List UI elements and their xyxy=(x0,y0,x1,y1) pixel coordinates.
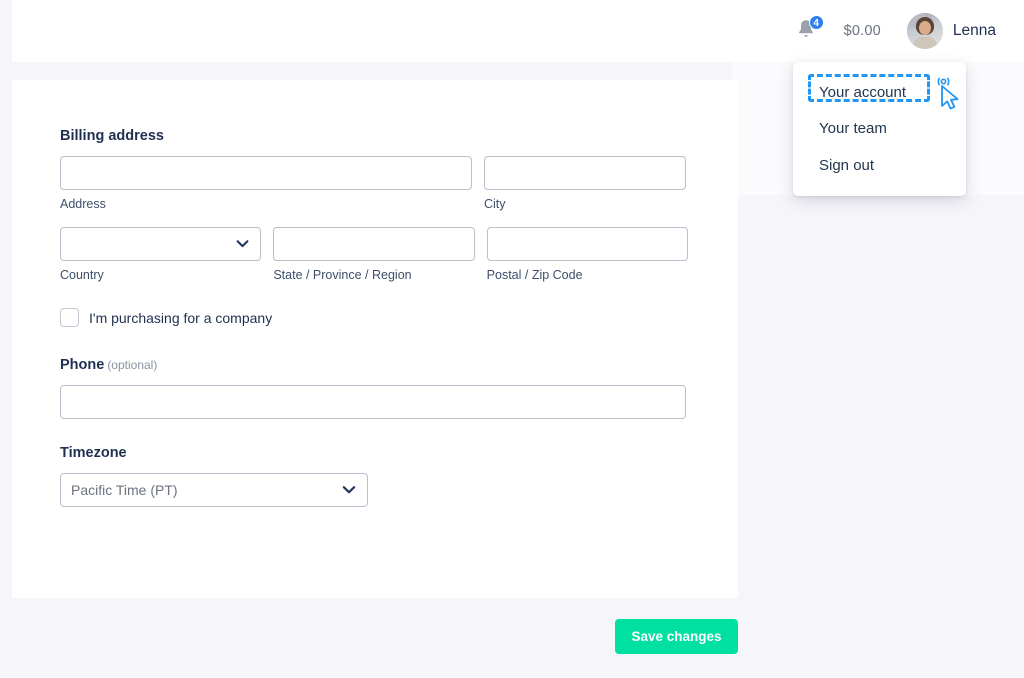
notifications-button[interactable]: 4 xyxy=(794,15,824,44)
country-label: Country xyxy=(60,268,104,282)
postal-code-input[interactable] xyxy=(486,227,688,261)
company-purchase-checkbox[interactable] xyxy=(60,308,79,327)
postal-field-group: Postal / Zip Code xyxy=(486,227,688,282)
country-select[interactable] xyxy=(60,227,262,261)
timezone-select-wrap: Pacific Time (PT) xyxy=(60,473,368,507)
header-right-group: 4 $0.00 Lenna xyxy=(794,0,996,62)
phone-block: Phone (optional) xyxy=(60,357,688,419)
phone-input[interactable] xyxy=(60,385,686,419)
postal-code-label: Postal / Zip Code xyxy=(486,268,583,282)
timezone-heading: Timezone xyxy=(60,445,127,461)
user-menu-trigger[interactable]: Lenna xyxy=(906,13,996,49)
city-input[interactable] xyxy=(484,156,686,190)
city-field-group: City xyxy=(484,156,686,211)
notification-count-badge: 4 xyxy=(808,15,824,30)
country-select-wrap xyxy=(60,227,262,261)
menu-item-sign-out[interactable]: Sign out xyxy=(793,150,966,182)
country-field-group: Country xyxy=(60,227,262,282)
user-name-label: Lenna xyxy=(952,22,996,39)
address-label: Address xyxy=(60,197,106,211)
billing-address-heading: Billing address xyxy=(60,128,164,144)
company-purchase-label: I'm purchasing for a company xyxy=(89,309,273,326)
address-city-row: Address City xyxy=(60,156,688,211)
country-state-postal-row: Country State / Province / Region Postal… xyxy=(60,227,688,282)
phone-heading: Phone (optional) xyxy=(60,357,688,373)
account-balance: $0.00 xyxy=(843,23,881,39)
menu-item-your-team[interactable]: Your team xyxy=(793,113,966,145)
timezone-select[interactable]: Pacific Time (PT) xyxy=(60,473,368,507)
top-header-bar: 4 $0.00 Lenna xyxy=(12,0,1024,62)
address-field-group: Address xyxy=(60,156,472,211)
billing-settings-form: Billing address Address City Country Sta… xyxy=(60,128,688,507)
user-avatar xyxy=(906,13,943,49)
city-label: City xyxy=(484,197,506,211)
address-input[interactable] xyxy=(60,156,472,190)
account-dropdown-menu: Your account Your team Sign out xyxy=(793,62,966,196)
company-purchase-row[interactable]: I'm purchasing for a company xyxy=(60,308,688,327)
timezone-block: Timezone Pacific Time (PT) xyxy=(60,445,688,507)
state-label: State / Province / Region xyxy=(273,268,412,282)
phone-heading-text: Phone xyxy=(60,357,105,373)
state-input[interactable] xyxy=(273,227,475,261)
menu-item-your-account[interactable]: Your account xyxy=(793,78,966,108)
save-changes-button[interactable]: Save changes xyxy=(615,619,738,654)
phone-optional-note: (optional) xyxy=(107,358,158,372)
settings-card: Billing address Address City Country Sta… xyxy=(12,80,738,598)
state-field-group: State / Province / Region xyxy=(273,227,475,282)
